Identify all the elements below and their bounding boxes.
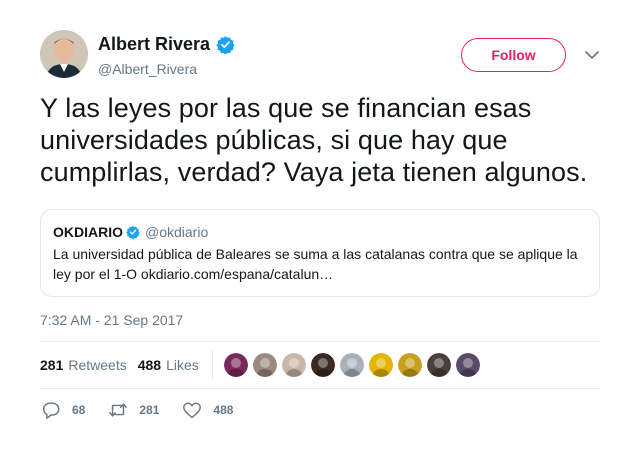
chevron-down-icon[interactable] — [584, 48, 600, 62]
liker-avatar-5[interactable] — [339, 353, 364, 377]
liker-avatar-2[interactable] — [252, 353, 277, 377]
author-display-name[interactable]: Albert Rivera — [98, 33, 235, 55]
liker-avatar-4[interactable] — [310, 353, 335, 377]
tweet-timestamp[interactable]: 7:32 AM - 21 Sep 2017 — [40, 311, 183, 329]
quoted-author-handle: @okdiario — [145, 224, 209, 240]
like-count: 488 — [213, 403, 234, 417]
tweet-header: Albert Rivera @Albert_Rivera Follow — [40, 30, 600, 80]
reply-action[interactable]: 68 — [40, 400, 85, 420]
liker-avatar-8[interactable] — [426, 353, 451, 377]
retweet-icon — [109, 403, 128, 417]
follow-button[interactable]: Follow — [461, 38, 566, 72]
liker-avatar-3[interactable] — [281, 353, 306, 377]
reply-icon — [43, 402, 60, 419]
likes-count: 488 — [137, 357, 162, 373]
retweet-count: 281 — [139, 403, 160, 417]
tweet-actions: 68 281 488 — [40, 399, 600, 421]
verified-badge-icon — [126, 225, 140, 239]
author-name-block: Albert Rivera @Albert_Rivera — [98, 33, 235, 78]
retweets-label: Retweets — [68, 357, 127, 373]
likes-label: Likes — [166, 357, 199, 373]
stats-divider — [211, 350, 213, 380]
quoted-tweet[interactable]: OKDIARIO @okdiario La universidad públic… — [40, 209, 600, 297]
author-avatar[interactable] — [40, 30, 88, 78]
tweet-stats: 281 Retweets 488 Likes — [40, 341, 600, 389]
liker-avatar-1[interactable] — [223, 353, 248, 377]
likes-stat[interactable]: 488 Likes — [138, 357, 199, 373]
author-display-name-text[interactable]: Albert Rivera — [98, 33, 210, 55]
retweets-count: 281 — [40, 357, 64, 373]
quoted-tweet-text: La universidad pública de Baleares se su… — [53, 246, 578, 282]
verified-badge-icon — [216, 35, 235, 54]
liker-avatar-9[interactable] — [455, 353, 480, 377]
quoted-author-name: OKDIARIO — [53, 224, 123, 240]
liker-avatar-6[interactable] — [368, 353, 393, 377]
reply-count: 68 — [72, 403, 86, 417]
quoted-tweet-header: OKDIARIO @okdiario — [53, 223, 587, 241]
liker-avatar-7[interactable] — [397, 353, 422, 377]
retweet-action[interactable]: 281 — [107, 400, 159, 420]
tweet-text: Y las leyes por las que se financian esa… — [40, 93, 588, 187]
heart-icon — [183, 402, 202, 418]
retweets-stat[interactable]: 281 Retweets — [40, 357, 127, 373]
author-handle[interactable]: @Albert_Rivera — [98, 60, 235, 78]
like-action[interactable]: 488 — [181, 400, 233, 420]
liker-avatars — [223, 353, 480, 377]
